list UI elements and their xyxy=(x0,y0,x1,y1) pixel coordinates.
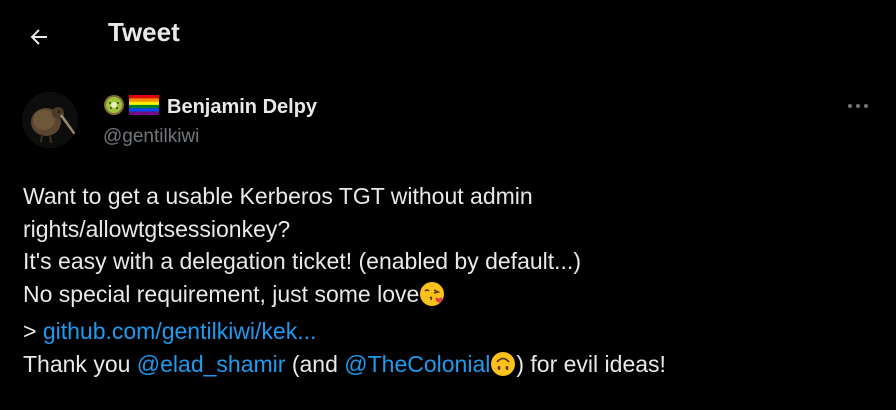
more-options-button[interactable] xyxy=(842,94,874,118)
tweet-text-segment: No special requirement, just some love xyxy=(23,280,420,307)
author-display-name[interactable]: Benjamin Delpy xyxy=(167,96,317,119)
tweet-line: No special requirement, just some love xyxy=(23,278,873,316)
tweet-header: Tweet xyxy=(0,0,896,70)
arrow-left-icon xyxy=(30,29,47,45)
upside-down-face-emoji-icon xyxy=(490,351,516,386)
tweet-text-segment: > xyxy=(23,318,43,344)
avatar[interactable] xyxy=(22,92,78,148)
tweet-line: Want to get a usable Kerberos TGT withou… xyxy=(23,183,533,209)
tweet-line: Thank you @elad_shamir (and @TheColonial… xyxy=(23,348,873,386)
tweet-text-segment: Thank you xyxy=(23,350,137,377)
tweet-text: Want to get a usable Kerberos TGT withou… xyxy=(23,180,873,385)
tweet-text-segment: ) for evil ideas! xyxy=(516,350,666,377)
page-title: Tweet xyxy=(108,17,180,47)
back-button[interactable] xyxy=(22,20,56,54)
mention-link-elad-shamir[interactable]: @elad_shamir xyxy=(137,351,286,377)
tweet-line: It's easy with a delegation ticket! (ena… xyxy=(23,248,581,274)
face-blowing-kiss-emoji-icon xyxy=(419,281,445,316)
github-link[interactable]: github.com/gentilkiwi/kek... xyxy=(43,318,317,344)
mention-link-thecolonial[interactable]: @TheColonial xyxy=(344,351,490,377)
tweet-line: rights/allowtgtsessionkey? xyxy=(23,215,291,242)
author-name-row: Benjamin Delpy xyxy=(103,94,317,120)
author-handle[interactable]: @gentilkiwi xyxy=(103,126,199,148)
ellipsis-icon xyxy=(848,104,868,108)
kiwi-emoji-icon xyxy=(103,94,125,121)
tweet-text-segment: (and xyxy=(285,350,345,377)
tweet-line: > github.com/gentilkiwi/kek... xyxy=(23,315,873,348)
kiwi-bird-icon xyxy=(22,92,78,148)
rainbow-flag-icon xyxy=(129,94,159,120)
